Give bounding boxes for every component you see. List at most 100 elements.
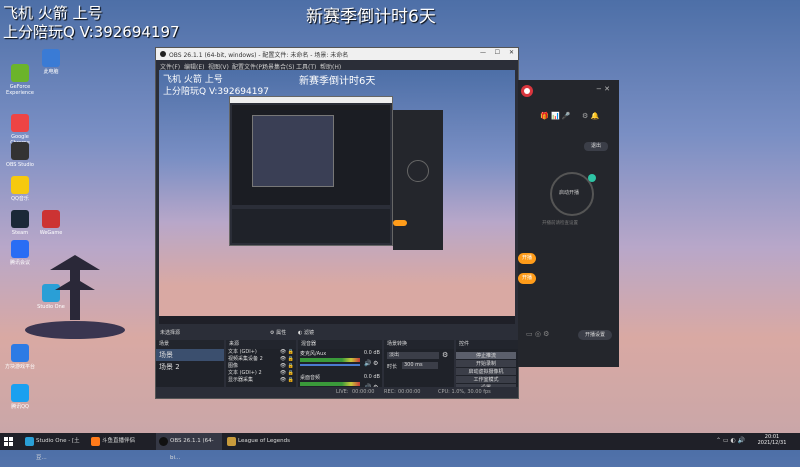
desktop-icon-label: GeForce Experience [6,84,34,96]
transitions-dock-title: 场景转换 [384,340,454,349]
taskbar-item-obs[interactable]: OBS 26.1.1 (64-bi... [156,433,222,461]
stop-streaming-button[interactable]: 停止推流 [456,352,516,359]
start-recording-button[interactable]: 开始录制 [456,360,516,367]
window-controls[interactable]: − ✕ [596,85,610,93]
tray-icons[interactable]: ⌃ ▭ ◐ 🔊 [716,437,745,444]
app-icon [42,210,60,228]
live-settings-button[interactable]: 开播设置 [578,330,612,340]
obs-status-bar: LIVE: 00:00:00 REC: 00:00:00 CPU: 1.0%, … [156,387,518,398]
desktop-icon[interactable]: Steam [5,210,35,236]
moon-island-decoration [20,250,130,340]
nested-live-button [407,160,429,182]
desktop-icon-label: WeGame [39,230,63,236]
nested-orange-pill [393,220,407,226]
source-toolbar: 未选择源 ⚙ 属性 ◐ 滤镜 [156,327,518,339]
scenes-dock-title: 场景 [156,340,224,349]
windows-start-icon[interactable] [4,437,13,446]
mixer-meter [300,382,360,386]
duration-input[interactable]: 300 ms [402,362,438,369]
visibility-lock-icons[interactable]: 👁 🔒 [280,349,294,356]
transition-gear-icon[interactable]: ⚙ [442,351,448,359]
source-item[interactable]: 视频采集设备 2 👁 🔒 [226,356,296,363]
obs-preview-canvas[interactable]: 飞机 火箭 上号 上分陪玩Q V:392694197 新赛季倒计时6天 [159,70,515,324]
overlay-season-countdown: 新赛季倒计时6天 [306,7,436,27]
visibility-lock-icons[interactable]: 👁 🔒 [280,377,294,384]
overlay-contact-text: 上分陪玩Q V:392694197 [3,23,180,41]
desktop-icon[interactable]: 方块游戏平台 [5,344,35,370]
source-item-label: 文本 (GDI+) [228,349,257,355]
taskbar-item-studio-one[interactable]: Studio One - [土豆... [22,433,86,461]
transition-type-select[interactable]: 淡出 [387,352,439,359]
obs-logo-icon [160,51,166,57]
desktop-icon[interactable]: 此电脑 [36,49,66,75]
taskbar-clock[interactable]: 20:01 2021/12/31 [752,434,792,446]
filters-label: 滤镜 [303,330,314,336]
gear-icon[interactable]: ⚙ [373,360,378,367]
settings-bell-icons[interactable]: ⚙ 🔔 [582,112,599,120]
orange-action-pill[interactable]: 开播 [518,273,536,284]
exit-live-button[interactable]: 退出 [584,142,608,151]
desktop-icon[interactable]: OBS Studio [5,142,35,168]
app-icon [11,64,29,82]
bottom-icons[interactable]: ▭ ◎ ⚙ [526,330,549,338]
app-icon [11,142,29,160]
nested-obs-docks [232,209,390,243]
filters-button[interactable]: ◐ 滤镜 [298,329,314,336]
desktop-icon-label: 腾讯QQ [11,404,29,410]
studio-one-icon [25,437,34,446]
mixer-meter [300,358,360,362]
taskbar-item-lol[interactable]: League of Legends [224,433,294,450]
start-virtual-camera-button[interactable]: 启动虚拟摄像机 [456,368,516,375]
studio-mode-button[interactable]: 工作室模式 [456,376,516,383]
app-icon [11,344,29,362]
nested-obs-window [229,96,393,246]
scene-item[interactable]: 场景 [156,349,224,361]
close-icon[interactable]: ✕ [509,49,514,56]
lol-icon [227,437,236,446]
desktop-icon[interactable]: GeForce Experience [5,64,35,96]
minimize-icon[interactable]: — [480,49,486,56]
orange-action-pill[interactable]: 开播 [518,253,536,264]
visibility-lock-icons[interactable]: 👁 🔒 [280,363,294,370]
desktop-icon-area: GeForce Experience此电脑Google ChromeOBS St… [0,44,135,434]
properties-button[interactable]: ⚙ 属性 [270,329,286,336]
mixer-channel-db: 0.0 dB [363,374,380,380]
source-item[interactable]: 文本 (GDI+) 👁 🔒 [226,349,296,356]
nested-taskbar [159,316,515,324]
mixer-dock-title: 混音器 [298,340,382,349]
clock-date: 2021/12/31 [757,440,787,446]
source-item-label: 视频采集设备 2 [228,356,263,362]
desktop-icon-label: Steam [11,230,29,236]
rec-label: REC: [384,389,396,395]
speaker-icon[interactable]: 🔊 [364,360,371,367]
source-item[interactable]: 图像 👁 🔒 [226,363,296,370]
obs-titlebar: OBS 26.1.1 (64-bit, windows) - 配置文件: 未命名… [156,48,518,60]
taskbar-item-douyu[interactable]: 斗鱼直播伴侣 [88,433,152,450]
app-icon [11,176,29,194]
source-item[interactable]: 文本 (GDI+) 2 👁 🔒 [226,370,296,377]
sources-list: 文本 (GDI+) 👁 🔒 视频采集设备 2 👁 🔒 图像 👁 🔒 文本 (GDI+) 2 👁… [226,349,296,387]
desktop-icon[interactable]: QQ音乐 [5,176,35,202]
desktop-icon[interactable]: WeGame [36,210,66,236]
mixer-channel-name: 麦克风/Aux [300,351,327,357]
obs-window-title: OBS 26.1.1 (64-bit, windows) - 配置文件: 未命名… [169,52,349,59]
mixer-volume-slider[interactable] [300,364,360,366]
source-item-label: 图像 [228,363,239,369]
visibility-lock-icons[interactable]: 👁 🔒 [280,356,294,363]
desktop-icon[interactable]: 腾讯QQ [5,384,35,410]
app-toolbar-icons[interactable]: 🎁 📊 🎤 [540,112,571,120]
desktop-icon-label: 方块游戏平台 [5,364,36,370]
scene-item[interactable]: 场景 2 [156,361,224,373]
desktop-icon-label: OBS Studio [6,162,34,168]
obs-menubar: 文件(F) 编辑(E) 视图(V) 配置文件(P) 场景集合(S) 工具(T) … [156,60,518,71]
maximize-icon[interactable]: ☐ [495,49,500,56]
rec-time: 00:00:00 [398,389,421,395]
start-live-ring[interactable]: 启动开播 [550,172,596,216]
visibility-lock-icons[interactable]: 👁 🔒 [280,370,294,377]
source-item[interactable]: 显示器采集 👁 🔒 [226,377,296,384]
start-live-label: 启动开播 [559,190,580,196]
live-status-dot [588,174,596,182]
mixer-channel-db: 0.0 dB [363,350,380,356]
nested-obs-titlebar [230,97,392,103]
preview-season-text: 新赛季倒计时6天 [299,76,376,87]
